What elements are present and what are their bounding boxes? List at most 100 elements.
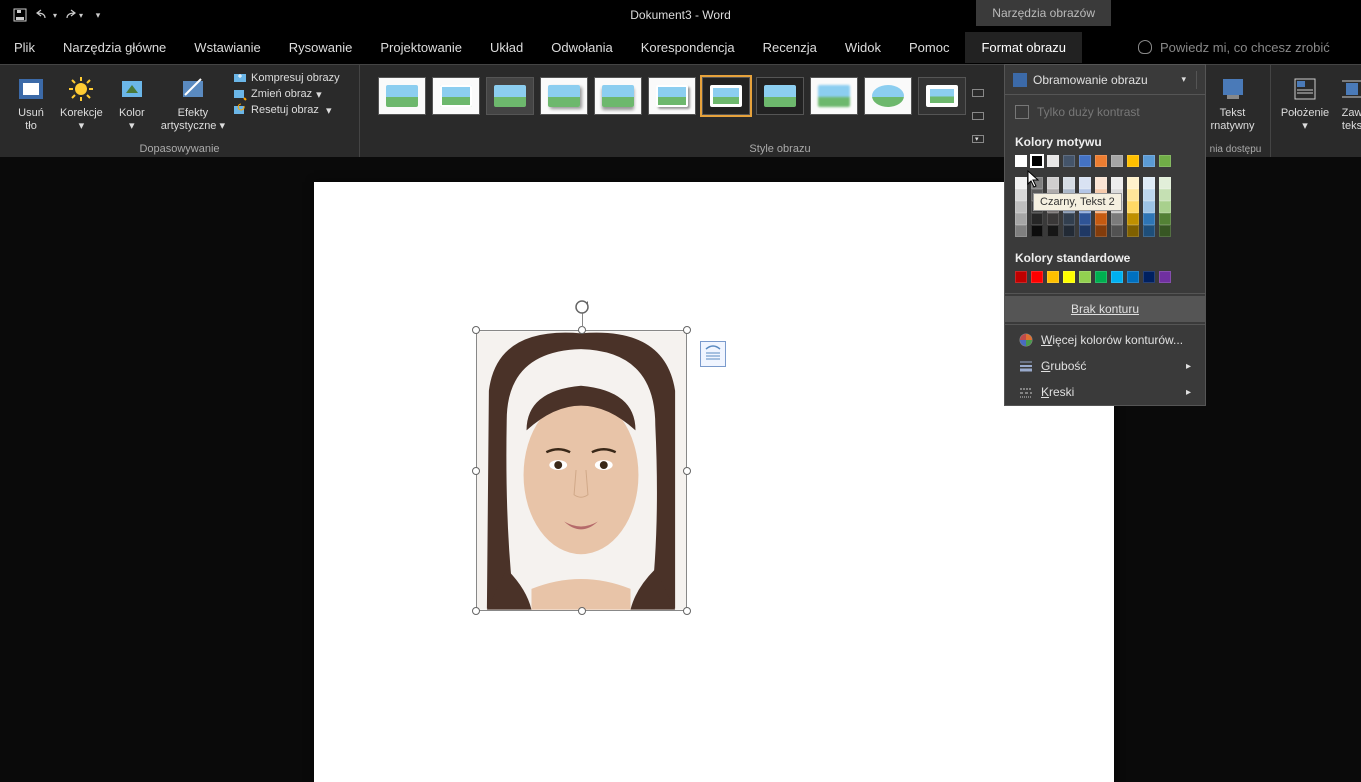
shade-swatch[interactable] xyxy=(1095,213,1107,225)
shade-swatch[interactable] xyxy=(1047,177,1059,189)
high-contrast-checkbox[interactable]: Tylko duży kontrast xyxy=(1005,95,1205,129)
undo-button[interactable]: ▾ xyxy=(34,3,58,27)
theme-swatch[interactable] xyxy=(1159,155,1171,167)
standard-swatch[interactable] xyxy=(1111,271,1123,283)
shade-swatch[interactable] xyxy=(1031,177,1043,189)
theme-swatch[interactable] xyxy=(1111,155,1123,167)
theme-swatch[interactable] xyxy=(1031,155,1043,167)
shade-swatch[interactable] xyxy=(1143,189,1155,201)
standard-swatch[interactable] xyxy=(1047,271,1059,283)
standard-swatch[interactable] xyxy=(1015,271,1027,283)
shade-swatch[interactable] xyxy=(1079,177,1091,189)
style-thumb-7[interactable] xyxy=(702,77,750,115)
shade-swatch[interactable] xyxy=(1015,201,1027,213)
shade-swatch[interactable] xyxy=(1095,225,1107,237)
shade-swatch[interactable] xyxy=(1047,213,1059,225)
shade-swatch[interactable] xyxy=(1127,189,1139,201)
standard-swatch[interactable] xyxy=(1095,271,1107,283)
standard-swatch[interactable] xyxy=(1159,271,1171,283)
theme-swatch[interactable] xyxy=(1127,155,1139,167)
resize-handle-tl[interactable] xyxy=(472,326,480,334)
resize-handle-br[interactable] xyxy=(683,607,691,615)
style-thumb-10[interactable] xyxy=(864,77,912,115)
tab-file[interactable]: Plik xyxy=(14,40,35,55)
shade-swatch[interactable] xyxy=(1159,177,1171,189)
tab-home[interactable]: Narzędzia główne xyxy=(63,40,166,55)
standard-swatch[interactable] xyxy=(1063,271,1075,283)
shade-swatch[interactable] xyxy=(1015,213,1027,225)
selected-picture[interactable] xyxy=(476,330,687,611)
standard-swatch[interactable] xyxy=(1127,271,1139,283)
theme-swatch[interactable] xyxy=(1095,155,1107,167)
shade-swatch[interactable] xyxy=(1079,225,1091,237)
tab-review[interactable]: Recenzja xyxy=(763,40,817,55)
artistic-effects-button[interactable]: Efektyartystyczne ▾ xyxy=(161,69,225,133)
compress-pictures-button[interactable]: Kompresuj obrazy xyxy=(233,71,340,85)
standard-swatch[interactable] xyxy=(1031,271,1043,283)
redo-button[interactable]: ▾ xyxy=(60,3,84,27)
tab-references[interactable]: Odwołania xyxy=(551,40,612,55)
shade-swatch[interactable] xyxy=(1143,177,1155,189)
theme-swatch[interactable] xyxy=(1047,155,1059,167)
shade-swatch[interactable] xyxy=(1031,225,1043,237)
shade-swatch[interactable] xyxy=(1015,189,1027,201)
tab-mailings[interactable]: Korespondencja xyxy=(641,40,735,55)
resize-handle-mr[interactable] xyxy=(683,467,691,475)
theme-swatch[interactable] xyxy=(1015,155,1027,167)
remove-background-button[interactable]: Usuńtło xyxy=(10,69,52,133)
shade-swatch[interactable] xyxy=(1111,225,1123,237)
shade-swatch[interactable] xyxy=(1143,213,1155,225)
change-picture-button[interactable]: Zmień obraz ▾ xyxy=(233,87,340,101)
shade-swatch[interactable] xyxy=(1111,177,1123,189)
tab-format[interactable]: Format obrazu xyxy=(965,32,1082,63)
shade-swatch[interactable] xyxy=(1047,225,1059,237)
resize-handle-mt[interactable] xyxy=(578,326,586,334)
shade-swatch[interactable] xyxy=(1127,177,1139,189)
shade-swatch[interactable] xyxy=(1159,213,1171,225)
standard-swatch[interactable] xyxy=(1079,271,1091,283)
shade-swatch[interactable] xyxy=(1159,189,1171,201)
style-thumb-8[interactable] xyxy=(756,77,804,115)
resize-handle-ml[interactable] xyxy=(472,467,480,475)
style-thumb-3[interactable] xyxy=(486,77,534,115)
shade-swatch[interactable] xyxy=(1095,177,1107,189)
style-thumb-1[interactable] xyxy=(378,77,426,115)
shade-swatch[interactable] xyxy=(1031,213,1043,225)
shade-swatch[interactable] xyxy=(1079,213,1091,225)
page[interactable] xyxy=(314,182,1114,782)
shade-swatch[interactable] xyxy=(1143,225,1155,237)
rotate-handle[interactable] xyxy=(574,299,590,315)
shade-swatch[interactable] xyxy=(1015,225,1027,237)
tab-insert[interactable]: Wstawianie xyxy=(194,40,260,55)
resize-handle-mb[interactable] xyxy=(578,607,586,615)
theme-swatch[interactable] xyxy=(1063,155,1075,167)
position-button[interactable]: Położenie▾ xyxy=(1281,69,1329,133)
shade-swatch[interactable] xyxy=(1159,201,1171,213)
shade-swatch[interactable] xyxy=(1063,225,1075,237)
corrections-button[interactable]: Korekcje▾ xyxy=(60,69,103,133)
dashes-submenu[interactable]: Kreski ▸ xyxy=(1005,379,1205,405)
color-button[interactable]: Kolor▾ xyxy=(111,69,153,133)
tell-me-search[interactable]: Powiedz mi, co chcesz zrobić xyxy=(1138,40,1330,55)
reset-picture-button[interactable]: Resetuj obraz ▾ xyxy=(233,103,340,117)
layout-options-button[interactable] xyxy=(700,341,726,367)
shade-swatch[interactable] xyxy=(1127,201,1139,213)
tab-draw[interactable]: Rysowanie xyxy=(289,40,353,55)
standard-swatch[interactable] xyxy=(1143,271,1155,283)
shade-swatch[interactable] xyxy=(1143,201,1155,213)
shade-swatch[interactable] xyxy=(1063,177,1075,189)
shade-swatch[interactable] xyxy=(1127,225,1139,237)
resize-handle-bl[interactable] xyxy=(472,607,480,615)
more-outline-colors-item[interactable]: Więcej kolorów konturów... xyxy=(1005,327,1205,353)
dropdown-header-button[interactable]: Obramowanie obrazu ▾ xyxy=(1005,65,1205,95)
no-outline-item[interactable]: Brak konturu xyxy=(1005,296,1205,322)
wrap-text-button[interactable]: Zawteks xyxy=(1337,69,1361,133)
style-thumb-2[interactable] xyxy=(432,77,480,115)
style-thumb-5[interactable] xyxy=(594,77,642,115)
style-thumb-4[interactable] xyxy=(540,77,588,115)
style-thumb-11[interactable] xyxy=(918,77,966,115)
theme-swatch[interactable] xyxy=(1143,155,1155,167)
tab-view[interactable]: Widok xyxy=(845,40,881,55)
alt-text-button[interactable]: Tekstrnatywny xyxy=(1205,69,1260,133)
tab-layout[interactable]: Układ xyxy=(490,40,523,55)
